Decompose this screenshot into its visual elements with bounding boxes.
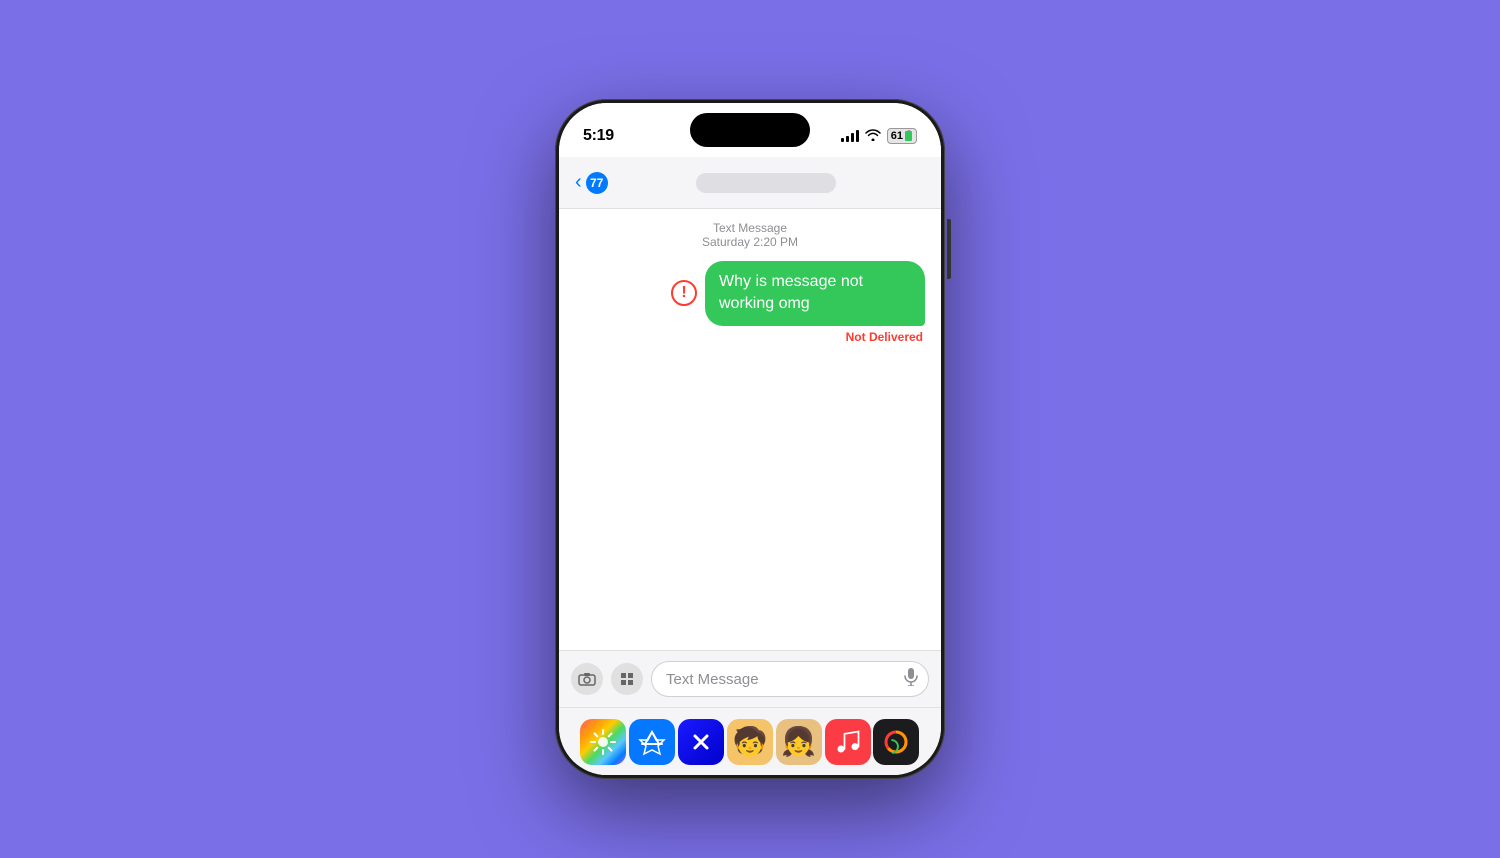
dock-memoji2-icon[interactable]: 👧 (776, 719, 822, 765)
message-timestamp-header: Text Message Saturday 2:20 PM (575, 221, 925, 249)
error-icon[interactable]: ! (671, 280, 697, 306)
dock-photos-icon[interactable] (580, 719, 626, 765)
input-area: Text Message (559, 650, 941, 707)
dock-shazam-icon[interactable] (678, 719, 724, 765)
camera-button[interactable] (571, 663, 603, 695)
signal-icon (841, 130, 859, 142)
timestamp-date: Saturday 2:20 PM (575, 235, 925, 249)
back-badge: 77 (586, 172, 608, 194)
battery-icon: 61 (887, 128, 917, 144)
dock-memoji1-icon[interactable]: 🧒 (727, 719, 773, 765)
wifi-icon (865, 129, 881, 144)
message-bubble[interactable]: Why is message not working omg (705, 261, 925, 326)
text-input-field[interactable]: Text Message (651, 661, 929, 697)
phone-side-button (947, 219, 951, 279)
dock-area: 🧒 👧 (559, 707, 941, 775)
status-bar: 5:19 61 (559, 103, 941, 157)
contact-name-area (608, 173, 925, 193)
status-time: 5:19 (583, 127, 614, 145)
back-button[interactable]: ‹ 77 (575, 171, 608, 194)
phone-screen: 5:19 61 (559, 103, 941, 775)
message-row: ! Why is message not working omg Not Del… (575, 261, 925, 344)
contact-name-pill (696, 173, 836, 193)
input-placeholder: Text Message (666, 671, 759, 688)
messages-area[interactable]: Text Message Saturday 2:20 PM ! Why is m… (559, 209, 941, 650)
not-delivered-label: Not Delivered (846, 330, 925, 344)
dock-activity-icon[interactable] (873, 719, 919, 765)
phone-mockup-container: 5:19 61 (555, 99, 945, 779)
back-chevron-icon: ‹ (575, 171, 582, 194)
dock-music-icon[interactable] (825, 719, 871, 765)
dynamic-island (690, 113, 810, 147)
status-icons: 61 (841, 128, 917, 144)
timestamp-label: Text Message (575, 221, 925, 235)
nav-bar: ‹ 77 (559, 157, 941, 209)
apps-button[interactable] (611, 663, 643, 695)
mic-icon (904, 668, 918, 691)
message-bubble-row: ! Why is message not working omg (575, 261, 925, 326)
dock-appstore-icon[interactable] (629, 719, 675, 765)
